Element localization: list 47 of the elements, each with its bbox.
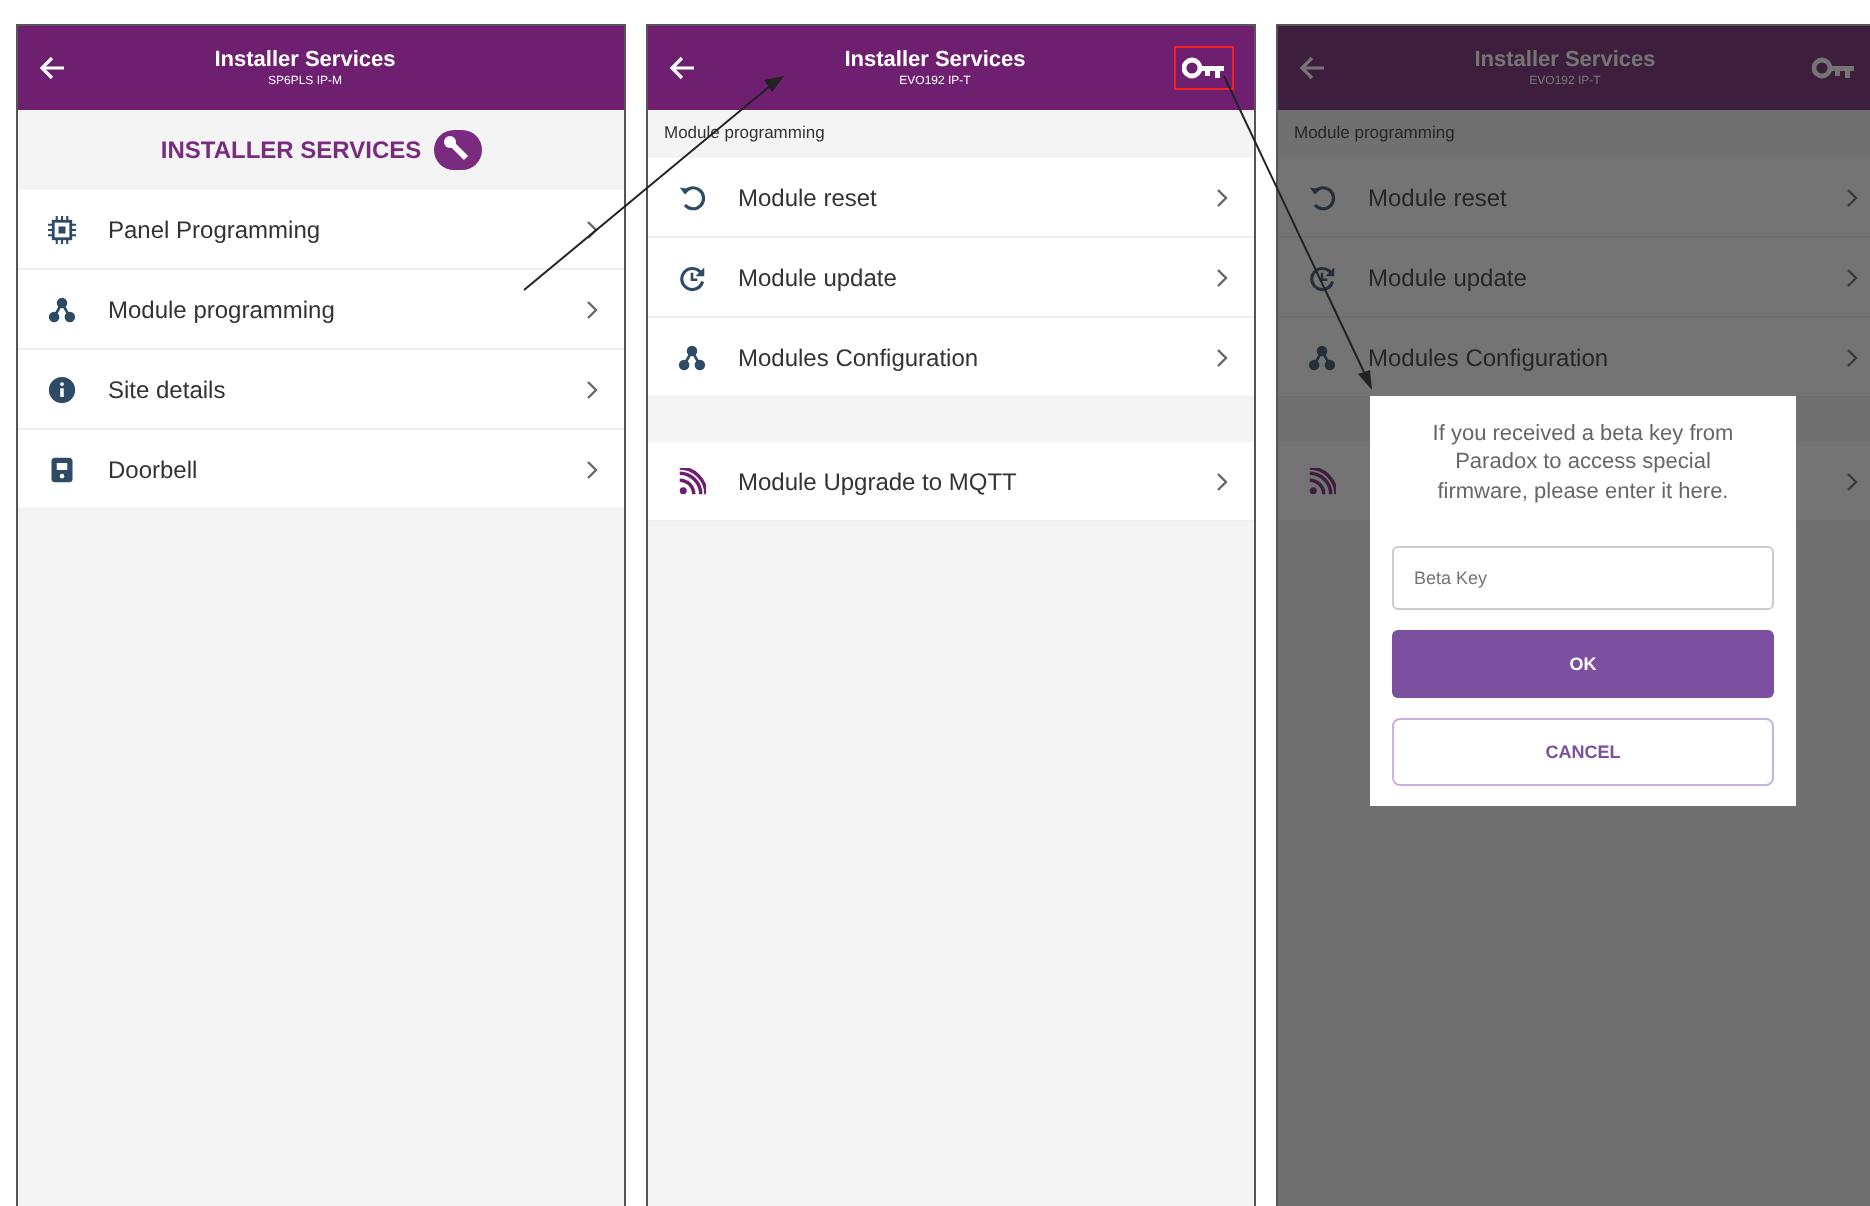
cancel-button[interactable]: CANCEL [1392, 717, 1774, 786]
header-title: Installer Services [214, 48, 396, 72]
menu-item[interactable]: Site details [18, 350, 624, 430]
reset-icon [678, 183, 706, 211]
back-arrow-icon[interactable] [668, 54, 696, 82]
chevron-icon [1214, 471, 1230, 491]
header-title: Installer Services [1474, 48, 1656, 72]
reset-icon [1308, 183, 1336, 211]
menu-item[interactable]: Module programming [18, 270, 624, 350]
chevron-icon [1214, 187, 1230, 207]
chip-icon [48, 215, 76, 243]
menu-item[interactable]: Module reset [648, 158, 1254, 238]
ok-button[interactable]: OK [1392, 629, 1774, 698]
key-icon [1812, 56, 1856, 80]
back-arrow-icon[interactable] [38, 54, 66, 82]
section-label: Module programming [1292, 120, 1457, 146]
wrench-icon [433, 130, 482, 170]
chevron-icon [1844, 267, 1860, 287]
network-icon [678, 343, 706, 371]
key-icon [1182, 56, 1226, 80]
chevron-icon [1214, 267, 1230, 287]
chevron-icon [1844, 471, 1860, 491]
chevron-icon [584, 459, 600, 479]
update-icon [678, 263, 706, 291]
network-icon [1308, 343, 1336, 371]
signal-icon [678, 467, 706, 495]
signal-icon [1308, 467, 1336, 495]
chevron-icon [584, 299, 600, 319]
update-icon [1308, 263, 1336, 291]
header-title: Installer Services [844, 48, 1026, 72]
menu-item[interactable]: Panel Programming [18, 190, 624, 270]
info-icon [48, 375, 76, 403]
beta-key-field[interactable]: Beta Key [1392, 545, 1774, 610]
chevron-icon [1844, 347, 1860, 367]
menu-item[interactable]: Module Upgrade to MQTT [648, 442, 1254, 522]
chevron-icon [584, 379, 600, 399]
doorbell-icon [48, 455, 76, 483]
chevron-icon [1214, 347, 1230, 367]
menu-item[interactable]: Doorbell [18, 430, 624, 510]
key-button[interactable] [1174, 46, 1234, 90]
menu-item[interactable]: Modules Configuration [648, 318, 1254, 398]
chevron-icon [1844, 187, 1860, 207]
menu-item[interactable]: Module update [648, 238, 1254, 318]
network-icon [48, 295, 76, 323]
chevron-icon [584, 219, 600, 239]
dialog-message: If you received a beta key from Paradox to access special firmware, please enter it here. [1430, 420, 1736, 506]
section-heading: INSTALLER SERVICES [160, 136, 422, 164]
